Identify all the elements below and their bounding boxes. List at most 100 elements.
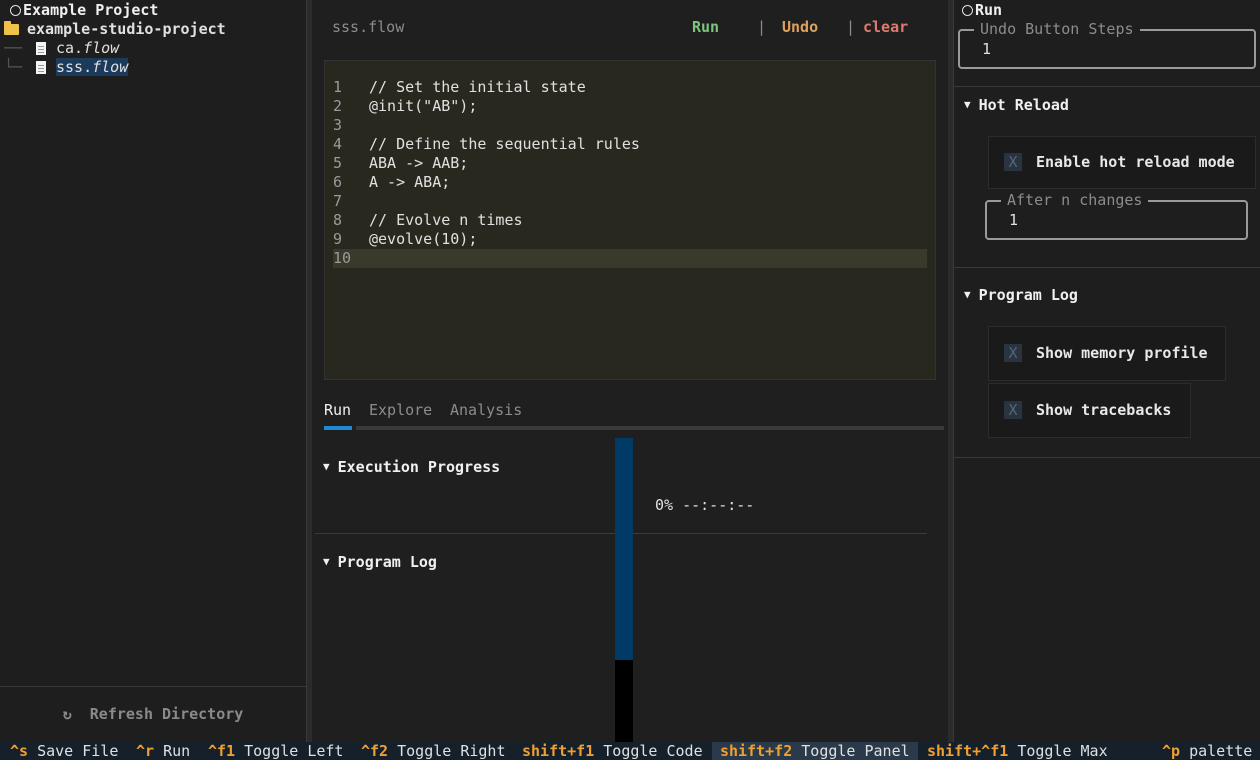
code-line: 3 [333,116,927,135]
code-line: 9 @evolve(10); [333,230,927,249]
line-number: 2 [333,97,343,115]
code-line: 2 @init("AB"); [333,97,927,116]
file-name-ext: flow [92,58,129,76]
footer-keybindings: ^s Save File ^r Run ^f1 Toggle Left ^f2 … [0,742,1260,760]
divider [954,86,1260,87]
key-label: ^r [136,742,155,760]
line-number: 7 [333,192,343,210]
after-changes-field[interactable]: After n changes 1 [985,191,1248,240]
folder-icon [4,21,19,35]
action-label: Toggle Max [1017,742,1108,760]
program-log-settings-header[interactable]: ▼ Program Log [964,286,1078,304]
key-label: ^s [10,742,29,760]
enable-hot-reload-checkbox[interactable]: X Enable hot reload mode [988,136,1256,189]
line-number: 4 [333,135,343,153]
hot-reload-header[interactable]: ▼ Hot Reload [964,96,1069,114]
footer-toggle-left[interactable]: ^f1 Toggle Left [208,742,343,760]
tab-explore[interactable]: Explore [369,398,432,422]
action-label: Save File [37,742,119,760]
line-number: 3 [333,116,343,134]
checkbox-label: Enable hot reload mode [1036,153,1235,171]
progress-readout: 0% --:--:-- [655,496,755,514]
code-line: 7 [333,192,927,211]
undo-button[interactable]: Undo [782,18,818,36]
show-memory-profile-checkbox[interactable]: X Show memory profile [988,326,1226,381]
code-text: ABA -> AAB; [369,154,469,172]
action-label: Toggle Right [397,742,506,760]
key-label: ^f1 [208,742,236,760]
hot-reload-title: Hot Reload [978,96,1069,114]
refresh-directory-button[interactable]: ↻ Refresh Directory [0,686,306,742]
footer-palette[interactable]: ^p palette [1162,742,1252,760]
after-changes-value: 1 [1009,211,1019,229]
code-line: 5 ABA -> AAB; [333,154,927,173]
execution-progress-title: Execution Progress [337,458,501,476]
code-text: // Define the sequential rules [369,135,640,153]
footer-toggle-panel[interactable]: shift+f2 Toggle Panel [712,742,918,760]
tree-guide: └─ [4,58,23,76]
editor-file-label: sss.flow [332,18,405,36]
file-name-ext: flow [83,39,120,57]
code-text: // Evolve n times [369,211,523,229]
footer-toggle-code[interactable]: shift+f1 Toggle Code [522,742,703,760]
show-tracebacks-checkbox[interactable]: X Show tracebacks [988,383,1191,438]
right-panel-title: Run [975,1,1003,19]
divider [954,267,1260,268]
line-number: 8 [333,211,343,229]
clear-button[interactable]: clear [863,18,908,36]
checkbox-x-icon: X [1004,401,1022,419]
tab-analysis[interactable]: Analysis [450,398,522,422]
footer-toggle-right[interactable]: ^f2 Toggle Right [361,742,506,760]
right-panel-header: Run [952,0,1260,20]
triangle-down-icon: ▼ [964,288,971,301]
checkbox-label: Show memory profile [1036,344,1208,362]
file-icon [36,61,46,74]
key-label: ^f2 [361,742,389,760]
execution-progress-header[interactable]: ▼ Execution Progress [323,458,500,476]
triangle-down-icon: ▼ [323,555,330,568]
footer-toggle-max[interactable]: shift+^f1 Toggle Max [927,742,1108,760]
checkbox-x-icon: X [1004,344,1022,362]
code-line: 6 A -> ABA; [333,173,927,192]
key-label: shift+f2 [720,742,793,760]
action-label: Run [163,742,191,760]
checkbox-x-icon: X [1004,153,1022,171]
after-changes-legend: After n changes [1001,191,1149,209]
program-log-title: Program Log [337,553,437,571]
undo-steps-field[interactable]: Undo Button Steps 1 [958,20,1256,69]
left-panel-header: Example Project [0,0,306,20]
tree-file-row[interactable]: └─ sss.flow [0,58,306,77]
project-title: Example Project [23,1,159,19]
run-button[interactable]: Run [692,18,719,36]
code-text: @init("AB"); [369,97,478,115]
editor-header: sss.flow Run | Undo | clear [332,18,932,42]
file-name-base: sss. [56,58,93,76]
refresh-label: Refresh Directory [89,705,244,723]
file-icon [36,42,46,55]
action-label: Toggle Code [603,742,703,760]
line-number: 5 [333,154,343,172]
key-label: shift+f1 [522,742,595,760]
code-text: @evolve(10); [369,230,478,248]
code-editor[interactable]: 1// Set the initial state 2 @init("AB"); … [324,60,936,380]
divider [954,457,1260,458]
program-log-header[interactable]: ▼ Program Log [323,553,437,571]
code-line: 4 // Define the sequential rules [333,135,927,154]
footer-run[interactable]: ^r Run [136,742,190,760]
tree-file-row[interactable]: ── ca.flow [0,39,306,58]
tree-guide: ── [4,39,23,57]
undo-steps-value: 1 [982,40,992,58]
file-name-selected: sss.flow [56,58,129,76]
tab-run[interactable]: Run [324,398,351,422]
refresh-icon: ↻ [62,705,72,723]
line-number: 1 [333,78,343,96]
footer-save-file[interactable]: ^s Save File [10,742,118,760]
action-label: Toggle Left [244,742,344,760]
tree-folder-row[interactable]: example-studio-project [0,20,306,39]
key-label: shift+^f1 [927,742,1009,760]
code-text: // Set the initial state [369,78,586,96]
file-name-base: ca. [56,39,84,57]
folder-name: example-studio-project [27,20,226,38]
scrollbar-thumb[interactable] [615,438,633,660]
program-log-settings-title: Program Log [978,286,1078,304]
